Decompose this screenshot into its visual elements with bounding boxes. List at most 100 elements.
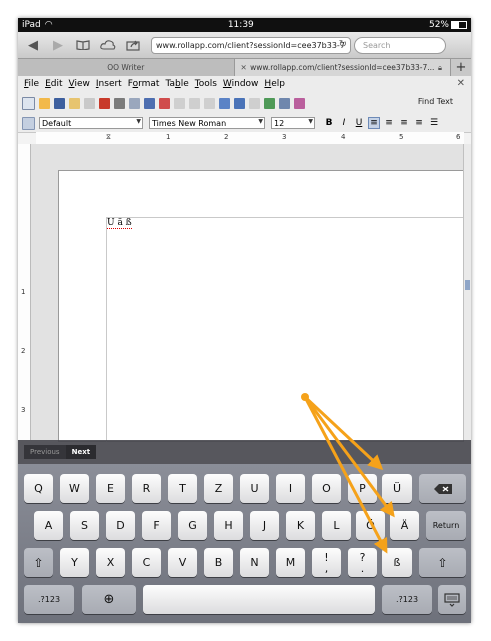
menu-view[interactable]: View	[69, 79, 90, 89]
key-o[interactable]: O	[312, 474, 341, 503]
shift-key-right[interactable]: ⇧	[419, 548, 466, 577]
bold-button[interactable]: B	[323, 117, 335, 129]
numbering-icon[interactable]: ☰	[428, 117, 440, 129]
scrollbar-thumb[interactable]	[465, 280, 470, 290]
key-n[interactable]: N	[240, 548, 269, 577]
key-b[interactable]: B	[204, 548, 233, 577]
key-l[interactable]: L	[322, 511, 351, 540]
key-exclaim-comma[interactable]: !,	[312, 548, 341, 577]
key-d[interactable]: D	[106, 511, 135, 540]
pdf-icon[interactable]	[99, 97, 110, 109]
ruler-marker[interactable]: ⧖	[106, 133, 111, 142]
autospell-icon[interactable]	[159, 97, 170, 109]
undo-icon[interactable]	[234, 97, 245, 109]
open-icon[interactable]	[39, 97, 50, 109]
key-g[interactable]: G	[178, 511, 207, 540]
format-paintbrush-icon[interactable]	[219, 97, 230, 109]
key-y[interactable]: Y	[60, 548, 89, 577]
globe-key[interactable]: ⊕	[82, 585, 136, 614]
back-icon[interactable]: ◀	[23, 35, 43, 55]
redo-icon[interactable]	[249, 97, 260, 109]
key-e[interactable]: E	[96, 474, 125, 503]
save-icon[interactable]	[54, 97, 65, 109]
next-button[interactable]: Next	[65, 445, 97, 459]
menu-help[interactable]: Help	[264, 79, 285, 89]
cut-icon[interactable]	[174, 97, 185, 109]
styles-icon[interactable]	[22, 116, 35, 130]
align-right-button[interactable]: ≡	[398, 117, 410, 129]
close-tab-icon[interactable]: ✕	[241, 63, 247, 72]
edit-file-icon[interactable]	[84, 97, 95, 109]
underline-button[interactable]: U	[353, 117, 365, 129]
space-bar[interactable]	[143, 585, 375, 614]
numbers-key-right[interactable]: .?123	[382, 585, 432, 614]
key-p[interactable]: P	[348, 474, 377, 503]
key-r[interactable]: R	[132, 474, 161, 503]
numbers-key-left[interactable]: .?123	[24, 585, 74, 614]
menu-file[interactable]: File	[24, 79, 39, 89]
align-left-button[interactable]: ≡	[368, 117, 380, 129]
email-icon[interactable]	[69, 97, 80, 109]
key-h[interactable]: H	[214, 511, 243, 540]
key-u-umlaut[interactable]: Ü	[382, 474, 412, 503]
key-k[interactable]: K	[286, 511, 315, 540]
find-text-label[interactable]: Find Text	[418, 97, 453, 106]
key-t[interactable]: T	[168, 474, 197, 503]
italic-button[interactable]: I	[338, 117, 350, 129]
print-preview-icon[interactable]	[129, 97, 140, 109]
key-q[interactable]: Q	[24, 474, 53, 503]
shift-key-left[interactable]: ⇧	[24, 548, 53, 577]
close-document-icon[interactable]: ✕	[457, 78, 465, 89]
key-f[interactable]: F	[142, 511, 171, 540]
key-i[interactable]: I	[276, 474, 305, 503]
previous-button[interactable]: Previous	[24, 445, 66, 459]
spellcheck-icon[interactable]	[144, 97, 155, 109]
address-bar[interactable]: www.rollapp.com/client?sessionId=cee37b3…	[151, 36, 351, 54]
menu-tools[interactable]: Tools	[195, 79, 217, 89]
menu-insert[interactable]: Insert	[96, 79, 122, 89]
font-name-select[interactable]: Times New Roman ▼	[149, 117, 265, 129]
dismiss-keyboard-key[interactable]	[438, 585, 466, 614]
key-a-umlaut[interactable]: Ä	[390, 511, 419, 540]
new-document-icon[interactable]	[22, 96, 35, 110]
key-x[interactable]: X	[96, 548, 125, 577]
key-c[interactable]: C	[132, 548, 161, 577]
align-center-button[interactable]: ≡	[383, 117, 395, 129]
menu-window[interactable]: Window	[223, 79, 259, 89]
navigator-icon[interactable]	[264, 97, 275, 109]
forward-icon[interactable]: ▶	[48, 35, 68, 55]
key-j[interactable]: J	[250, 511, 279, 540]
key-eszett[interactable]: ß	[382, 548, 412, 577]
key-u[interactable]: U	[240, 474, 269, 503]
return-key[interactable]: Return	[426, 511, 466, 540]
font-size-select[interactable]: 12 ▼	[271, 117, 315, 129]
key-s[interactable]: S	[70, 511, 99, 540]
key-v[interactable]: V	[168, 548, 197, 577]
menu-format[interactable]: Format	[128, 79, 160, 89]
key-o-umlaut[interactable]: Ö	[356, 511, 385, 540]
justify-button[interactable]: ≡	[413, 117, 425, 129]
menu-edit[interactable]: Edit	[45, 79, 62, 89]
key-w[interactable]: W	[60, 474, 89, 503]
tab-oo-writer[interactable]: OO Writer	[18, 59, 235, 76]
search-field[interactable]: Search	[354, 36, 446, 54]
copy-icon[interactable]	[189, 97, 200, 109]
document-text[interactable]: U ä ß	[107, 218, 132, 229]
icloud-icon[interactable]	[98, 35, 118, 55]
document-page[interactable]: U ä ß	[58, 170, 467, 442]
key-a[interactable]: A	[34, 511, 63, 540]
paste-icon[interactable]	[204, 97, 215, 109]
menu-table[interactable]: Table	[165, 79, 188, 89]
share-icon[interactable]	[123, 35, 143, 55]
reload-icon[interactable]: ↻	[339, 39, 347, 50]
key-z[interactable]: Z	[204, 474, 233, 503]
key-question-period[interactable]: ?.	[348, 548, 377, 577]
print-icon[interactable]	[114, 97, 125, 109]
vertical-scrollbar[interactable]	[463, 144, 471, 440]
bookmarks-icon[interactable]	[73, 35, 93, 55]
backspace-key[interactable]	[419, 474, 466, 503]
new-tab-button[interactable]: +	[451, 59, 471, 76]
key-m[interactable]: M	[276, 548, 305, 577]
show-draw-icon[interactable]	[294, 97, 305, 109]
table-icon[interactable]	[279, 97, 290, 109]
